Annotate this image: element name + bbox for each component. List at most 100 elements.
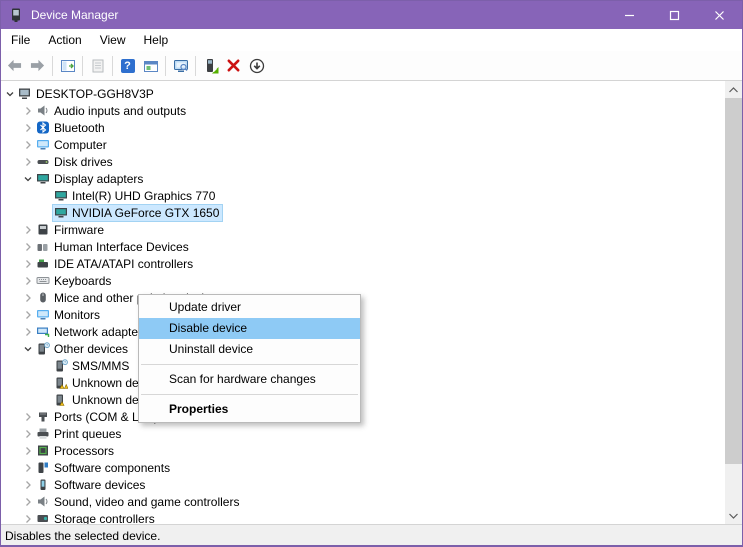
tree-row-desktop[interactable]: DESKTOP-GGH8V3P <box>1 85 742 102</box>
chevron-collapsed-icon[interactable] <box>21 325 35 338</box>
chevron-collapsed-icon[interactable] <box>21 257 35 270</box>
tree-label: Display adapters <box>54 171 144 186</box>
context-menu-update-driver[interactable]: Update driver <box>139 297 360 318</box>
tree-label: Software devices <box>54 477 146 492</box>
context-menu-uninstall-device[interactable]: Uninstall device <box>139 339 360 360</box>
menu-help[interactable]: Help <box>135 31 178 49</box>
tree-label: NVIDIA GeForce GTX 1650 <box>72 205 220 220</box>
device-manager-window: Device Manager File Action View Help ? D… <box>0 0 743 547</box>
tree-label: SMS/MMS <box>72 358 130 373</box>
tree-row-unknown-device[interactable]: Unknown device <box>1 391 742 408</box>
maximize-button[interactable] <box>652 1 697 29</box>
tree-label: Bluetooth <box>54 120 105 135</box>
tree-row-software-devices[interactable]: Software devices <box>1 476 742 493</box>
tree-label: Processors <box>54 443 115 458</box>
tree-row-bluetooth[interactable]: Bluetooth <box>1 119 742 136</box>
vertical-scrollbar[interactable] <box>725 81 742 524</box>
tree-row-audio-inputs[interactable]: Audio inputs and outputs <box>1 102 742 119</box>
tree-row-other-devices[interactable]: ? Other devices <box>1 340 742 357</box>
keyboard-icon <box>36 274 50 287</box>
close-button[interactable] <box>697 1 742 29</box>
tree-label: Monitors <box>54 307 101 322</box>
tree-row-sound-controllers[interactable]: Sound, video and game controllers <box>1 493 742 510</box>
chevron-collapsed-icon[interactable] <box>21 308 35 321</box>
update-driver-icon[interactable] <box>199 54 222 78</box>
back-icon[interactable] <box>3 54 26 78</box>
chevron-collapsed-icon[interactable] <box>21 104 35 117</box>
help-icon[interactable]: ? <box>116 54 139 78</box>
chevron-collapsed-icon[interactable] <box>21 240 35 253</box>
menubar: File Action View Help <box>1 29 742 51</box>
tree-label: IDE ATA/ATAPI controllers <box>54 256 194 271</box>
display-adapter-icon <box>54 206 68 219</box>
menu-action[interactable]: Action <box>39 31 90 49</box>
minimize-button[interactable] <box>607 1 652 29</box>
export-list-icon[interactable] <box>86 54 109 78</box>
tree-row-unknown-device[interactable]: Unknown device <box>1 374 742 391</box>
chevron-none <box>39 393 53 406</box>
properties-window-icon[interactable] <box>139 54 162 78</box>
chevron-collapsed-icon[interactable] <box>21 410 35 423</box>
toolbar-separator <box>82 55 83 76</box>
tree-row-print-queues[interactable]: Print queues <box>1 425 742 442</box>
chevron-collapsed-icon[interactable] <box>21 512 35 524</box>
uninstall-device-icon[interactable] <box>222 54 245 78</box>
tree-row-storage-controllers[interactable]: Storage controllers <box>1 510 742 524</box>
chevron-collapsed-icon[interactable] <box>21 223 35 236</box>
menu-view[interactable]: View <box>91 31 135 49</box>
tree-row-disk-drives[interactable]: Disk drives <box>1 153 742 170</box>
menu-file[interactable]: File <box>2 31 39 49</box>
chevron-expanded-icon[interactable] <box>3 87 17 100</box>
scroll-down-icon[interactable] <box>725 507 742 524</box>
ide-controller-icon <box>36 257 50 270</box>
chevron-collapsed-icon[interactable] <box>21 121 35 134</box>
statusbar-text: Disables the selected device. <box>5 528 161 543</box>
chevron-collapsed-icon[interactable] <box>21 274 35 287</box>
chevron-none <box>39 206 53 219</box>
context-menu-disable-device[interactable]: Disable device <box>139 318 360 339</box>
scan-hardware-changes-icon[interactable] <box>169 54 192 78</box>
disable-device-icon[interactable] <box>245 54 268 78</box>
tree-row-sms-mms[interactable]: ? SMS/MMS <box>1 357 742 374</box>
chevron-collapsed-icon[interactable] <box>21 155 35 168</box>
tree-row-ide-controllers[interactable]: IDE ATA/ATAPI controllers <box>1 255 742 272</box>
tree-row-ports[interactable]: Ports (COM & LPT) <box>1 408 742 425</box>
tree-row-display-adapters[interactable]: Display adapters <box>1 170 742 187</box>
forward-icon[interactable] <box>26 54 49 78</box>
tree-row-intel-gpu[interactable]: Intel(R) UHD Graphics 770 <box>1 187 742 204</box>
printer-icon <box>36 427 50 440</box>
chevron-collapsed-icon[interactable] <box>21 478 35 491</box>
chevron-collapsed-icon[interactable] <box>21 444 35 457</box>
statusbar: Disables the selected device. <box>1 524 742 545</box>
chevron-expanded-icon[interactable] <box>21 342 35 355</box>
context-menu-scan-hardware-changes[interactable]: Scan for hardware changes <box>139 369 360 390</box>
tree-label: Software components <box>54 460 171 475</box>
display-adapter-icon <box>36 172 50 185</box>
tree-row-network-adapters[interactable]: Network adapters <box>1 323 742 340</box>
chevron-collapsed-icon[interactable] <box>21 461 35 474</box>
chevron-collapsed-icon[interactable] <box>21 291 35 304</box>
tree-row-hid[interactable]: Human Interface Devices <box>1 238 742 255</box>
chevron-collapsed-icon[interactable] <box>21 427 35 440</box>
tree-label: Computer <box>54 137 107 152</box>
scrollbar-thumb[interactable] <box>725 98 742 464</box>
context-menu-separator <box>141 364 358 365</box>
chevron-expanded-icon[interactable] <box>21 172 35 185</box>
context-menu-properties[interactable]: Properties <box>139 399 360 420</box>
show-hide-console-tree-icon[interactable] <box>56 54 79 78</box>
tree-row-monitors[interactable]: Monitors <box>1 306 742 323</box>
unknown-device-icon: ? <box>36 342 50 355</box>
chevron-none <box>39 359 53 372</box>
tree-row-firmware[interactable]: Firmware <box>1 221 742 238</box>
tree-row-software-components[interactable]: Software components <box>1 459 742 476</box>
context-menu: Update driver Disable device Uninstall d… <box>138 294 361 423</box>
chevron-collapsed-icon[interactable] <box>21 495 35 508</box>
software-device-icon <box>36 478 50 491</box>
tree-row-keyboards[interactable]: Keyboards <box>1 272 742 289</box>
tree-row-mice[interactable]: Mice and other pointing devices <box>1 289 742 306</box>
tree-row-nvidia-gpu[interactable]: NVIDIA GeForce GTX 1650 <box>1 203 742 222</box>
tree-row-computer[interactable]: Computer <box>1 136 742 153</box>
tree-row-processors[interactable]: Processors <box>1 442 742 459</box>
chevron-collapsed-icon[interactable] <box>21 138 35 151</box>
scroll-up-icon[interactable] <box>725 81 742 98</box>
